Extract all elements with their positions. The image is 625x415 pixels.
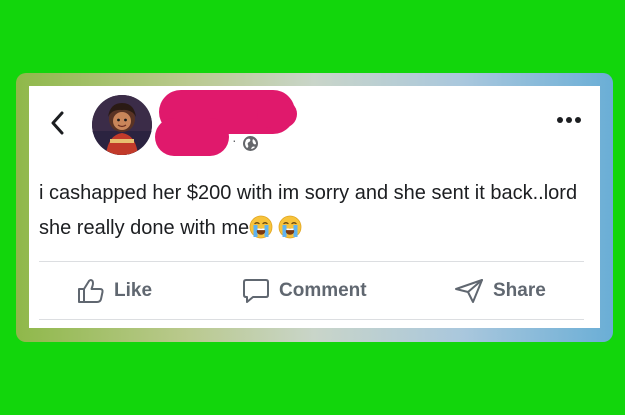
crying-face-emoji [249, 215, 273, 239]
more-dots-icon [557, 117, 581, 123]
page: { "colors": { "background": "#12d60c", "… [0, 0, 625, 415]
back-button[interactable] [45, 106, 71, 140]
meta-separator: · [232, 132, 237, 148]
post-text: i cashapped her $200 with im sorry and s… [39, 182, 578, 239]
post-body: i cashapped her $200 with im sorry and s… [39, 176, 584, 246]
crying-face-emoji [278, 215, 302, 239]
thumbs-up-icon [78, 279, 104, 303]
globe-icon [243, 136, 258, 151]
comment-label: Comment [279, 280, 367, 301]
profile-picture [92, 95, 152, 155]
comment-bubble-icon [243, 279, 269, 303]
avatar[interactable] [92, 95, 152, 155]
comment-button[interactable]: Comment [242, 270, 367, 312]
chevron-left-icon [51, 111, 64, 135]
like-label: Like [114, 280, 153, 301]
divider [39, 319, 584, 320]
action-bar: Like Comment Share [39, 270, 584, 312]
redacted-post-time [155, 118, 229, 156]
share-button[interactable]: Share [454, 270, 546, 312]
like-button[interactable]: Like [77, 270, 152, 312]
share-label: Share [493, 280, 546, 301]
redacted-author-name [257, 100, 297, 128]
divider [39, 261, 584, 262]
post-card: · i cashapped her $200 with im sorry and… [29, 86, 600, 328]
more-options-button[interactable] [552, 110, 586, 130]
paper-plane-icon [455, 279, 483, 303]
